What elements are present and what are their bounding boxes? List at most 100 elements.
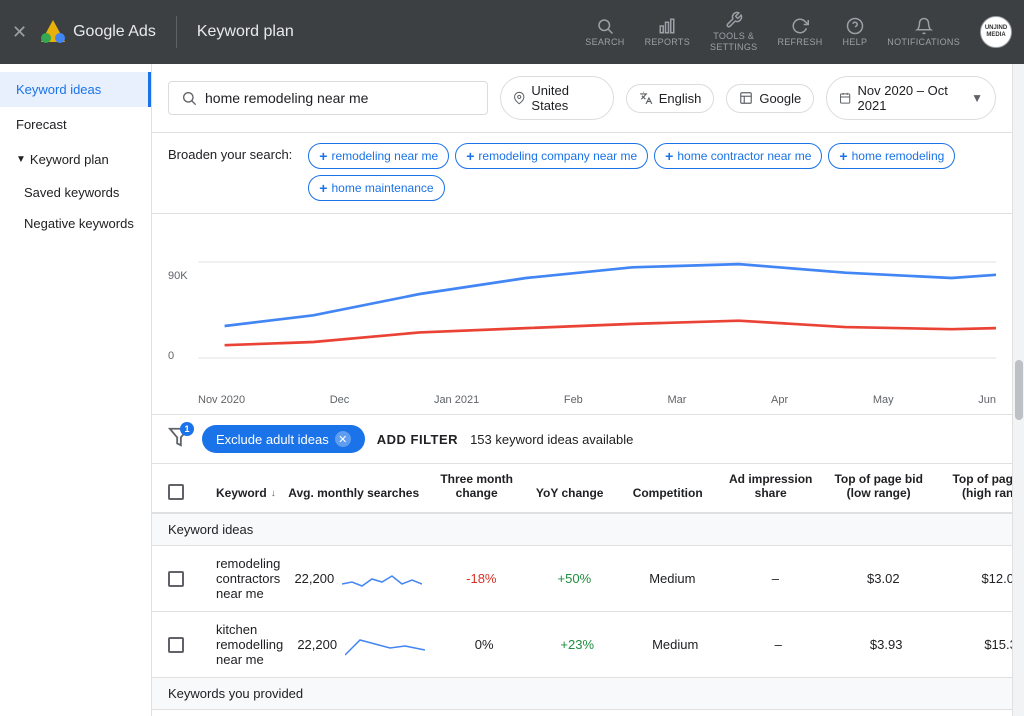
chart-x-5: Apr xyxy=(771,394,788,406)
header-checkbox[interactable] xyxy=(168,484,184,500)
broaden-chip-label-2: home contractor near me xyxy=(677,149,811,163)
chart-x-7: Jun xyxy=(978,394,996,406)
sidebar-item-keyword-plan[interactable]: ▼ Keyword plan xyxy=(0,142,151,177)
broaden-chip-0[interactable]: + remodeling near me xyxy=(308,143,449,169)
broaden-chip-4[interactable]: + home maintenance xyxy=(308,175,444,201)
broaden-chip-3[interactable]: + home remodeling xyxy=(828,143,955,169)
refresh-nav-label: REFRESH xyxy=(777,37,822,47)
row2-top-bid-high-value: $15.37 xyxy=(984,637,1012,652)
google-ads-logo: Google Ads xyxy=(39,18,156,46)
sidebar-item-forecast[interactable]: Forecast xyxy=(0,107,151,142)
plus-icon-2: + xyxy=(665,148,673,164)
add-filter-button[interactable]: ADD FILTER xyxy=(377,432,458,447)
chart-y-zero: 0 xyxy=(168,350,174,362)
sidebar-item-keyword-ideas[interactable]: Keyword ideas xyxy=(0,72,151,107)
sidebar-item-negative-keywords[interactable]: Negative keywords xyxy=(0,208,151,239)
search-input[interactable] xyxy=(205,90,445,106)
row1-top-bid-high-value: $12.09 xyxy=(981,571,1012,586)
sidebar-keyword-ideas-label: Keyword ideas xyxy=(16,82,101,97)
row2-competition: Medium xyxy=(625,637,725,652)
filter-badge: 1 xyxy=(180,422,194,436)
row2-keyword: kitchen remodelling near me xyxy=(216,622,283,667)
row1-checkbox-cell xyxy=(168,571,208,587)
row1-top-bid-low: $3.02 xyxy=(828,571,938,586)
search-nav-label: SEARCH xyxy=(585,37,624,47)
table-row: remodeling contractors near me 22,200 -1… xyxy=(152,546,1012,612)
chart-x-2: Jan 2021 xyxy=(434,394,479,406)
sidebar-saved-keywords-label: Saved keywords xyxy=(24,185,119,200)
row2-keyword-text: kitchen remodelling near me xyxy=(216,622,283,667)
reports-nav-button[interactable]: REPORTS xyxy=(637,13,698,51)
row2-top-bid-low-value: $3.93 xyxy=(870,637,903,652)
avatar[interactable]: UNJIND MEDIA xyxy=(980,16,1012,48)
source-icon xyxy=(739,91,753,105)
row1-three-month-value: -18% xyxy=(466,571,496,586)
row1-avg-monthly: 22,200 xyxy=(288,564,428,594)
section-keyword-ideas: Keyword ideas xyxy=(152,514,1012,546)
google-ads-label: Google Ads xyxy=(73,23,156,41)
scroll-thumb[interactable] xyxy=(1015,360,1023,420)
row1-avg-monthly-value: 22,200 xyxy=(294,571,334,586)
chart-container: 90K 0 xyxy=(168,230,996,390)
sidebar-keyword-plan-label: Keyword plan xyxy=(30,152,109,167)
th-competition-label: Competition xyxy=(633,486,703,500)
notifications-nav-button[interactable]: NOTIFICATIONS xyxy=(879,13,968,51)
top-navigation: ✕ Google Ads Keyword plan SEARCH REPORTS… xyxy=(0,0,1024,64)
nav-tools: SEARCH REPORTS TOOLS &SETTINGS REFRESH H… xyxy=(577,7,1012,57)
scrollbar[interactable] xyxy=(1012,64,1024,716)
chart-area: 90K 0 Nov 2020 Dec Jan 2021 Feb Mar xyxy=(152,214,1012,415)
row1-mini-chart xyxy=(342,564,422,594)
row1-ad-impression: – xyxy=(730,571,820,586)
row1-three-month: -18% xyxy=(436,571,526,586)
th-top-bid-high-label: Top of page bid (high range) xyxy=(952,472,1012,500)
date-range-filter[interactable]: Nov 2020 – Oct 2021 ▼ xyxy=(826,76,996,120)
th-top-bid-high: Top of page bid (high range) xyxy=(942,472,1012,504)
sidebar-forecast-label: Forecast xyxy=(16,117,67,132)
avatar-text: UNJIND MEDIA xyxy=(981,25,1011,39)
source-filter[interactable]: Google xyxy=(726,84,814,113)
location-icon xyxy=(513,91,525,105)
row1-top-bid-low-value: $3.02 xyxy=(867,571,900,586)
chart-x-3: Feb xyxy=(564,394,583,406)
th-competition: Competition xyxy=(618,486,718,504)
sort-arrow-icon: ↓ xyxy=(271,488,276,499)
refresh-nav-button[interactable]: REFRESH xyxy=(769,13,830,51)
plus-icon-1: + xyxy=(466,148,474,164)
search-box[interactable] xyxy=(168,81,488,115)
search-nav-button[interactable]: SEARCH xyxy=(577,13,632,51)
th-three-month-label: Three month change xyxy=(440,472,513,500)
filter-bar: 1 Exclude adult ideas ✕ ADD FILTER 153 k… xyxy=(152,415,1012,464)
search-icon xyxy=(181,90,197,106)
row2-checkbox[interactable] xyxy=(168,637,184,653)
row1-keyword: remodeling contractors near me xyxy=(216,556,280,601)
language-filter[interactable]: English xyxy=(626,84,715,113)
table-row: kitchen remodelling near me 22,200 0% +2… xyxy=(152,612,1012,678)
plus-icon-4: + xyxy=(319,180,327,196)
location-label: United States xyxy=(531,83,600,113)
broaden-chip-label-0: remodeling near me xyxy=(331,149,438,163)
chart-y-label: 90K xyxy=(168,270,188,282)
broaden-chip-2[interactable]: + home contractor near me xyxy=(654,143,822,169)
chart-x-4: Mar xyxy=(667,394,686,406)
sidebar-item-saved-keywords[interactable]: Saved keywords xyxy=(0,177,151,208)
table-header: Keyword ↓ Avg. monthly searches Three mo… xyxy=(152,464,1012,514)
help-nav-label: HELP xyxy=(843,37,868,47)
row1-checkbox[interactable] xyxy=(168,571,184,587)
row2-top-bid-low: $3.93 xyxy=(831,637,941,652)
th-ad-impression: Ad impression share xyxy=(726,472,816,504)
broaden-chip-1[interactable]: + remodeling company near me xyxy=(455,143,648,169)
translate-icon xyxy=(639,91,653,105)
nav-divider xyxy=(176,16,177,48)
broaden-search-row: Broaden your search: + remodeling near m… xyxy=(152,133,1012,214)
filter-funnel[interactable]: 1 xyxy=(168,426,190,453)
row2-avg-monthly-value: 22,200 xyxy=(297,637,337,652)
tools-settings-nav-button[interactable]: TOOLS &SETTINGS xyxy=(702,7,765,57)
exclude-adult-ideas-button[interactable]: Exclude adult ideas ✕ xyxy=(202,425,365,453)
help-nav-button[interactable]: HELP xyxy=(835,13,876,51)
main-layout: Keyword ideas Forecast ▼ Keyword plan Sa… xyxy=(0,64,1024,716)
row1-top-bid-high: $12.09 xyxy=(946,571,1012,586)
row2-yoy: +23% xyxy=(537,637,617,652)
close-button[interactable]: ✕ xyxy=(12,22,27,43)
location-filter[interactable]: United States xyxy=(500,76,614,120)
row2-avg-monthly: 22,200 xyxy=(291,630,431,660)
